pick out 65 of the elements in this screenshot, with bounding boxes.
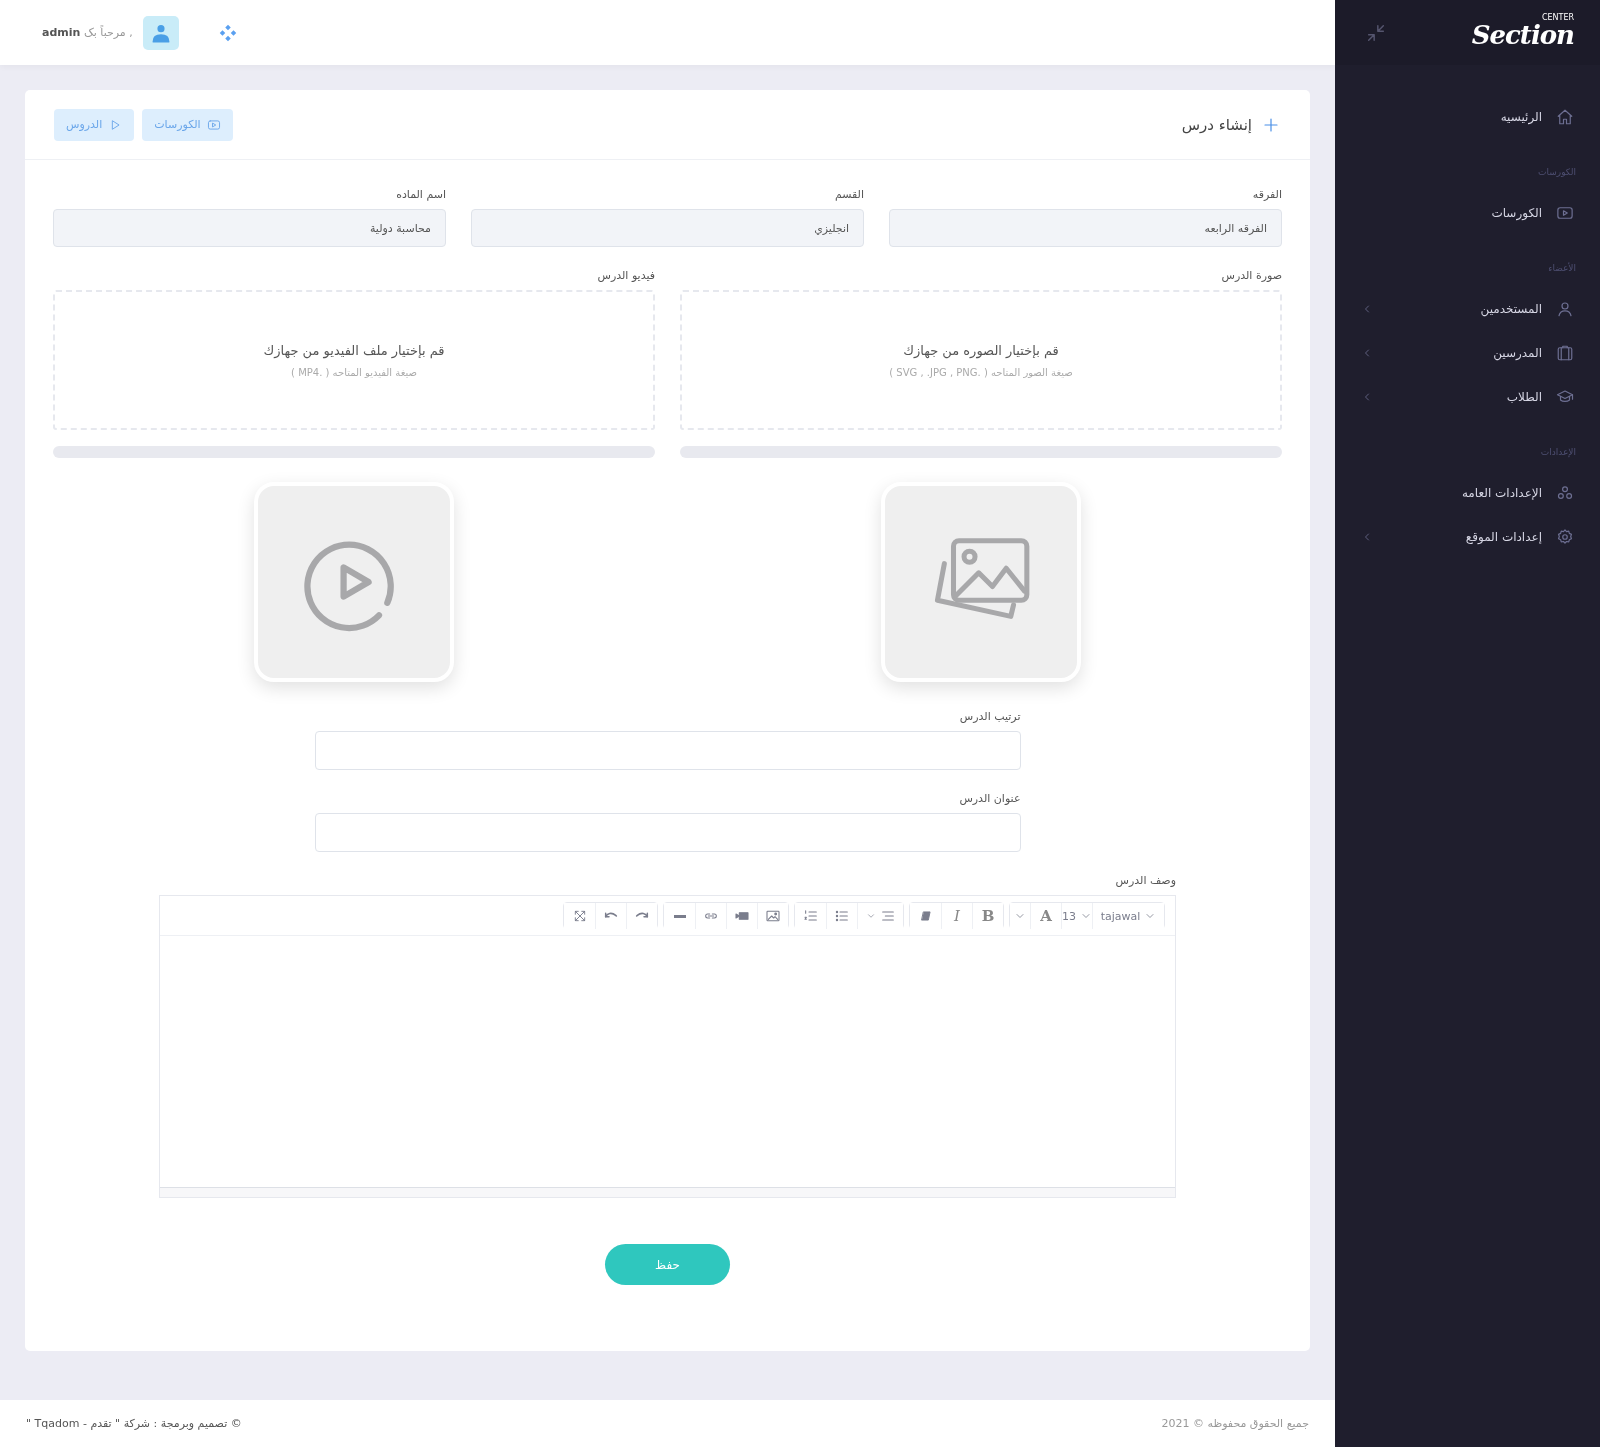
input-field[interactable]: انجليزي (471, 209, 864, 247)
clipboard-icon (1556, 344, 1574, 362)
menu-item[interactable]: المستخدمين (1335, 287, 1600, 331)
field-label: عنوان الدرس (958, 792, 1021, 805)
numbered-list-button[interactable] (795, 903, 826, 929)
size-dropdown[interactable]: 13 (1061, 903, 1092, 929)
page-title: إنشاء درس (1181, 115, 1252, 134)
minus-icon (673, 914, 686, 918)
menu-item[interactable]: الإعدادات العامه (1335, 471, 1600, 515)
format-hint: صيغة الفيديو المتاحه ( .MP4 ) (291, 366, 417, 378)
expand-icon (572, 909, 587, 923)
undo-button[interactable] (595, 903, 626, 929)
align-icon (879, 908, 896, 924)
menu-item[interactable]: المدرسين (1335, 331, 1600, 375)
section-heading: الإعدادات (1539, 447, 1577, 457)
field-label: صورة الدرس (1220, 269, 1282, 282)
input-field[interactable] (314, 731, 1021, 770)
circles-icon (1556, 484, 1574, 502)
field-label: وصف الدرس (1114, 874, 1176, 887)
image-icon (765, 908, 781, 924)
user-icon (1556, 300, 1574, 318)
upload-prompt: قم بإختيار ملف الفيديو من جهازك (263, 342, 445, 358)
avatar[interactable] (142, 15, 179, 50)
input-field[interactable]: الفرقه الرابعه (889, 209, 1282, 247)
italic-button[interactable]: I (941, 903, 972, 929)
drop-zone[interactable]: قم بإختيار ملف الفيديو من جهازك صيغة الفيديو المتاحه ( .MP4 ) (53, 290, 655, 430)
field-label: القسم (833, 188, 864, 201)
redo-button[interactable] (626, 903, 657, 929)
menu-item[interactable]: الرئيسيه (1335, 95, 1600, 139)
house-icon (1556, 108, 1574, 126)
menu-item[interactable]: إعدادات الموقع (1335, 515, 1600, 559)
field-label: اسم الماده (395, 188, 446, 201)
fullscreen-button[interactable] (564, 903, 595, 929)
caret-button[interactable] (1010, 903, 1030, 929)
section-heading: الأعضاء (1547, 263, 1577, 273)
bullet-list-icon (834, 908, 850, 924)
upload-prompt: قم بإختيار الصوره من جهازك (903, 342, 1059, 358)
gear-icon (1556, 528, 1574, 546)
align-button[interactable] (857, 903, 903, 929)
font-dropdown[interactable]: tajawal (1092, 903, 1164, 929)
menu-item[interactable]: الكورسات (1335, 191, 1600, 235)
image-button[interactable] (757, 903, 788, 929)
video-button[interactable] (726, 903, 757, 929)
bullet-list-button[interactable] (826, 903, 857, 929)
resize-handle[interactable] (160, 1187, 1175, 1197)
numbered-list-icon (802, 908, 819, 924)
video-icon (1556, 204, 1574, 222)
field-label: فيديو الدرس (596, 269, 655, 282)
menu-item[interactable]: الطلاب (1335, 375, 1600, 419)
caret-icon (865, 911, 876, 921)
credit-text: © تصميم وبرمجة : شركة " تقدم - Tqadom " (26, 1417, 242, 1430)
font-color-button[interactable]: A (1030, 903, 1061, 929)
input-field[interactable]: محاسبة دولية (53, 209, 446, 247)
copyright-text: جميع الحقوق محفوظه © 2021 (1161, 1417, 1309, 1430)
link-button[interactable] (695, 903, 726, 929)
eraser-button[interactable] (910, 903, 941, 929)
field-label: ترتيب الدرس (958, 710, 1021, 723)
section-heading: الكورسات (1537, 167, 1577, 177)
input-field[interactable] (314, 813, 1021, 852)
drop-zone[interactable]: قم بإختيار الصوره من جهازك صيغة الصور المتاحه ( .SVG , .JPG , PNG ) (680, 290, 1282, 430)
format-hint: صيغة الصور المتاحه ( .SVG , .JPG , PNG ) (889, 366, 1073, 378)
video-icon (206, 117, 221, 132)
field-label: الفرقه (1251, 188, 1282, 201)
bold-button[interactable]: B (972, 903, 1003, 929)
eraser-icon (918, 909, 933, 923)
